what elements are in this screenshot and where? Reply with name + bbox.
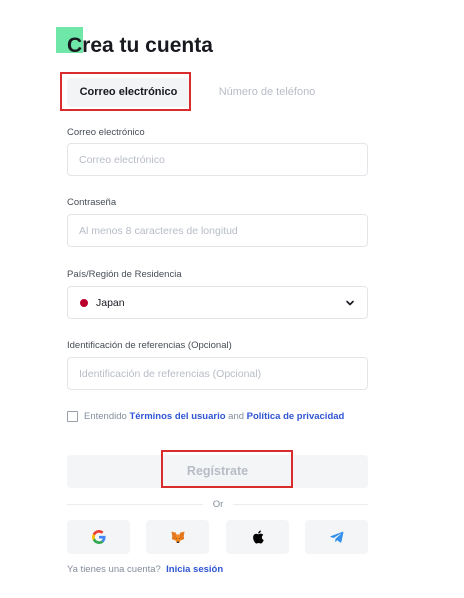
- google-icon: [91, 530, 106, 544]
- login-link[interactable]: Inicia sesión: [166, 564, 223, 575]
- tab-phone[interactable]: Número de teléfono: [207, 78, 327, 107]
- divider-or: Or: [212, 499, 224, 510]
- metamask-login-button[interactable]: [146, 520, 209, 554]
- terms-and: and: [228, 411, 245, 422]
- login-question: Ya tienes una cuenta?: [67, 564, 161, 575]
- referral-label: Identificación de referencias (Opcional): [67, 340, 232, 351]
- password-field[interactable]: [67, 214, 368, 247]
- referral-field[interactable]: [67, 357, 368, 390]
- telegram-icon: [329, 531, 343, 543]
- divider-line-right: [233, 504, 368, 505]
- metamask-icon: [171, 531, 184, 543]
- apple-icon: [252, 530, 264, 544]
- privacy-link[interactable]: Política de privacidad: [247, 411, 345, 422]
- terms-row: Entendido Términos del usuario and Polít…: [67, 411, 344, 422]
- country-value: Japan: [96, 296, 125, 309]
- login-row: Ya tienes una cuenta? Inicia sesión: [67, 564, 223, 575]
- terms-link[interactable]: Términos del usuario: [129, 411, 225, 422]
- password-label: Contraseña: [67, 197, 117, 208]
- terms-checkbox[interactable]: [67, 411, 78, 422]
- signup-method-tabs: Correo electrónico Número de teléfono: [67, 78, 367, 108]
- google-login-button[interactable]: [67, 520, 130, 554]
- country-label: País/Región de Residencia: [67, 269, 182, 280]
- tab-email[interactable]: Correo electrónico: [67, 78, 190, 107]
- country-select[interactable]: Japan: [67, 286, 368, 319]
- japan-flag-icon: [80, 298, 88, 307]
- signup-page: Crea tu cuenta Correo electrónico Número…: [0, 0, 464, 598]
- email-label: Correo electrónico: [67, 127, 145, 138]
- apple-login-button[interactable]: [226, 520, 289, 554]
- divider-line-left: [67, 504, 203, 505]
- page-title: Crea tu cuenta: [67, 34, 213, 57]
- chevron-down-icon: [346, 300, 354, 305]
- register-button[interactable]: Regístrate: [67, 455, 368, 488]
- telegram-login-button[interactable]: [305, 520, 368, 554]
- email-field[interactable]: [67, 143, 368, 176]
- terms-prefix: Entendido: [84, 411, 127, 422]
